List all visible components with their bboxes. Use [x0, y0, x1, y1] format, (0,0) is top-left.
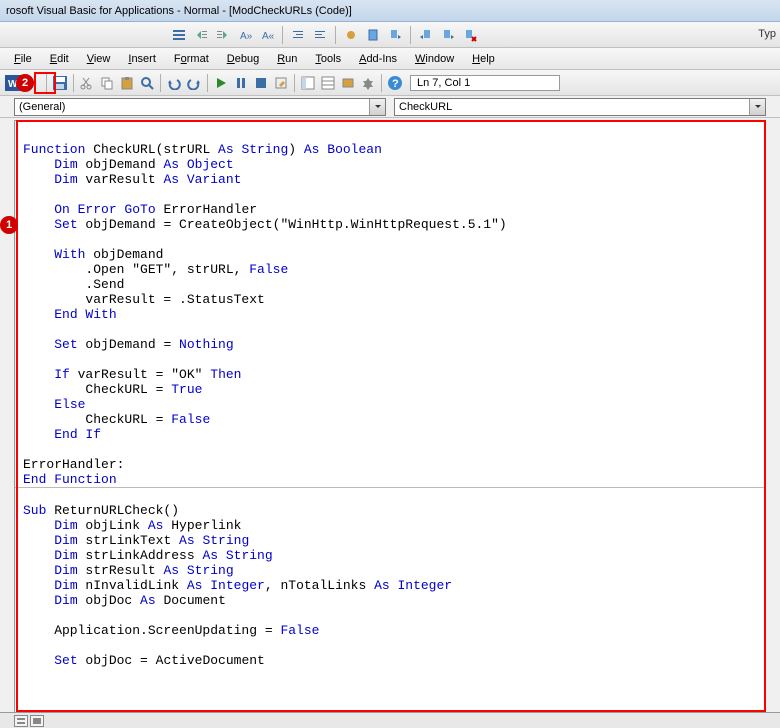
toolbar-edit: A» A« Typ — [0, 22, 780, 48]
full-module-view-icon[interactable] — [30, 715, 44, 727]
comment-icon[interactable]: A» — [236, 26, 254, 44]
menu-help[interactable]: Help — [464, 51, 503, 67]
indent-right-icon[interactable] — [214, 26, 232, 44]
svg-text:?: ? — [392, 78, 399, 90]
menu-view[interactable]: View — [79, 51, 119, 67]
menu-edit[interactable]: Edit — [42, 51, 77, 67]
copy-icon[interactable] — [98, 74, 116, 92]
code-pane[interactable]: Function CheckURL(strURL As String) As B… — [14, 120, 766, 714]
indent-left-icon[interactable] — [192, 26, 210, 44]
paste-icon[interactable] — [118, 74, 136, 92]
bookmark-next2-icon[interactable] — [439, 26, 457, 44]
help-icon[interactable]: ? — [386, 74, 404, 92]
chevron-down-icon[interactable] — [749, 99, 765, 115]
callout-1: 1 — [0, 216, 18, 234]
save-icon[interactable] — [51, 74, 69, 92]
menu-run[interactable]: Run — [269, 51, 305, 67]
bookmark-clear-icon[interactable] — [461, 26, 479, 44]
project-explorer-icon[interactable] — [299, 74, 317, 92]
menu-addins[interactable]: Add-Ins — [351, 51, 405, 67]
procedure-dropdown[interactable]: CheckURL — [394, 98, 766, 116]
design-mode-icon[interactable] — [272, 74, 290, 92]
bookmark-prev-icon[interactable] — [417, 26, 435, 44]
chevron-down-icon[interactable] — [369, 99, 385, 115]
svg-text:A«: A« — [262, 31, 274, 42]
stop-icon[interactable] — [252, 74, 270, 92]
callout-2: 2 — [16, 74, 34, 92]
object-dropdown[interactable]: (General) — [14, 98, 386, 116]
redo-icon[interactable] — [185, 74, 203, 92]
indent-icon[interactable] — [311, 26, 329, 44]
find-icon[interactable] — [138, 74, 156, 92]
cursor-position: Ln 7, Col 1 — [410, 75, 560, 91]
pause-icon[interactable] — [232, 74, 250, 92]
toolbox-icon[interactable] — [359, 74, 377, 92]
cut-icon[interactable] — [78, 74, 96, 92]
menu-debug[interactable]: Debug — [219, 51, 267, 67]
breakpoint-icon[interactable] — [342, 26, 360, 44]
code-text[interactable]: Function CheckURL(strURL As String) As B… — [15, 121, 765, 674]
list-icon[interactable] — [170, 26, 188, 44]
object-browser-icon[interactable] — [339, 74, 357, 92]
outdent-icon[interactable] — [289, 26, 307, 44]
toolbar-main: W ? Ln 7, Col 1 — [0, 70, 780, 96]
bookmark-toggle-icon[interactable] — [364, 26, 382, 44]
dropdown-row: (General) CheckURL — [0, 96, 780, 118]
typ-label: Typ — [758, 28, 776, 40]
menu-format[interactable]: Format — [166, 51, 217, 67]
menu-tools[interactable]: Tools — [307, 51, 349, 67]
properties-icon[interactable] — [319, 74, 337, 92]
window-title: rosoft Visual Basic for Applications - N… — [0, 0, 780, 22]
menu-window[interactable]: Window — [407, 51, 462, 67]
object-dropdown-value: (General) — [19, 101, 65, 113]
view-tabs — [0, 712, 780, 728]
procedure-view-icon[interactable] — [14, 715, 28, 727]
svg-text:A»: A» — [240, 31, 252, 42]
menubar: File Edit View Insert Format Debug Run T… — [0, 48, 780, 70]
undo-icon[interactable] — [165, 74, 183, 92]
bookmark-next-icon[interactable] — [386, 26, 404, 44]
procedure-dropdown-value: CheckURL — [399, 101, 452, 113]
menu-insert[interactable]: Insert — [120, 51, 164, 67]
menu-file[interactable]: File — [6, 51, 40, 67]
run-icon[interactable] — [212, 74, 230, 92]
uncomment-icon[interactable]: A« — [258, 26, 276, 44]
